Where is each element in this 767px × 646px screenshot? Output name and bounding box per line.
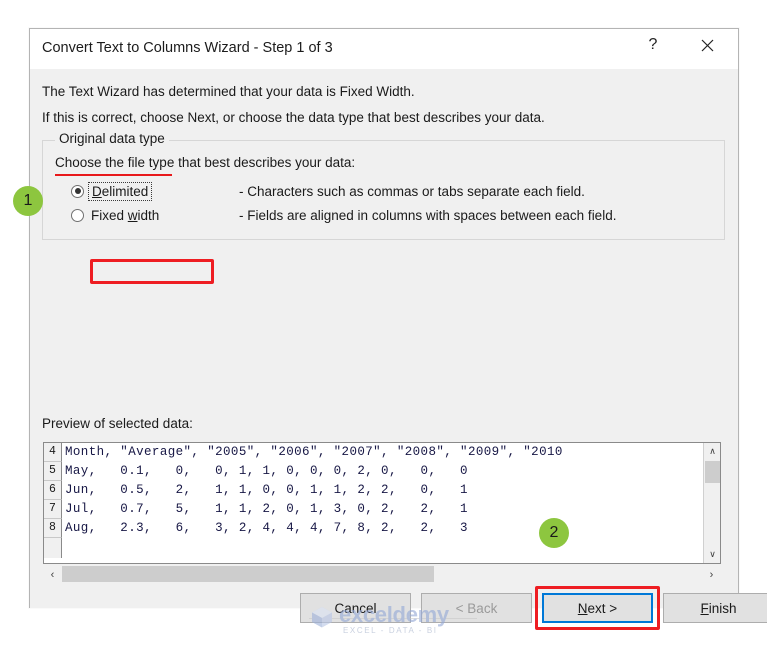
convert-text-to-columns-dialog: Convert Text to Columns Wizard - Step 1 … xyxy=(29,28,767,630)
radio-delimited-description: - Characters such as commas or tabs sepa… xyxy=(239,183,585,199)
red-highlight-delimited xyxy=(90,259,214,284)
dialog-body: The Text Wizard has determined that your… xyxy=(30,69,767,630)
finish-accel-char: F xyxy=(700,600,709,616)
radio-fixed-width-description: - Fields are aligned in columns with spa… xyxy=(239,207,617,223)
watermark-name: exceldemy xyxy=(339,602,449,627)
help-button[interactable]: ? xyxy=(630,29,676,61)
scroll-left-icon[interactable]: ‹ xyxy=(43,565,62,584)
preview-row: 5 May, 0.1, 0, 0, 1, 1, 0, 0, 0, 2, 0, 0… xyxy=(44,462,703,481)
exceldemy-watermark: exceldemy EXCEL - DATA - BI xyxy=(309,602,477,638)
radio-fixed-width[interactable]: Fixed width - Fields are aligned in colu… xyxy=(71,205,616,225)
scroll-down-icon[interactable]: ∨ xyxy=(704,546,720,563)
dialog-titlebar: Convert Text to Columns Wizard - Step 1 … xyxy=(30,29,738,69)
preview-row-number: 6 xyxy=(44,481,62,500)
preview-row-text: Aug, 2.3, 6, 3, 2, 4, 4, 4, 7, 8, 2, 2, … xyxy=(65,521,468,535)
preview-row-number: 5 xyxy=(44,462,62,481)
radio-delimited-label-rest: elimited xyxy=(101,183,149,199)
preview-row-text: May, 0.1, 0, 0, 1, 1, 0, 0, 0, 2, 0, 0, … xyxy=(65,464,468,478)
radio-delimited-icon[interactable] xyxy=(71,184,84,198)
watermark-tagline: EXCEL - DATA - BI xyxy=(343,626,438,635)
annotation-badge-2: 2 xyxy=(539,518,569,548)
preview-row-number: 8 xyxy=(44,519,62,538)
preview-rows-container: 4 Month, "Average", "2005", "2006", "200… xyxy=(44,443,703,563)
vertical-scroll-thumb[interactable] xyxy=(705,461,720,483)
accel-char-delimited: D xyxy=(92,183,102,199)
next-label-rest: ext > xyxy=(587,600,618,616)
radio-fixed-width-icon[interactable] xyxy=(71,208,84,222)
preview-label: Preview of selected data: xyxy=(42,416,193,431)
preview-pane: 4 Month, "Average", "2005", "2006", "200… xyxy=(43,442,721,564)
annotation-badge-1: 1 xyxy=(13,186,43,216)
preview-row-text: Jun, 0.5, 2, 1, 1, 0, 0, 1, 1, 2, 2, 0, … xyxy=(65,483,468,497)
help-icon: ? xyxy=(648,36,658,53)
preview-vertical-scrollbar[interactable]: ∧ ∨ xyxy=(703,443,720,563)
preview-row: 7 Jul, 0.7, 5, 1, 1, 2, 0, 1, 3, 0, 2, 2… xyxy=(44,500,703,519)
close-button[interactable] xyxy=(684,29,730,61)
preview-row-number: 7 xyxy=(44,500,62,519)
wizard-description-line1: The Text Wizard has determined that your… xyxy=(42,84,415,99)
finish-button[interactable]: Finish xyxy=(663,593,767,623)
radio-delimited[interactable]: Delimited - Characters such as commas or… xyxy=(71,181,585,201)
red-underline-annotation xyxy=(55,174,172,176)
preview-horizontal-scrollbar[interactable]: ‹ › xyxy=(43,565,721,584)
close-icon xyxy=(701,39,714,52)
preview-row-number: 4 xyxy=(44,443,62,462)
radio-delimited-label: Delimited xyxy=(88,181,153,201)
wizard-description-line2: If this is correct, choose Next, or choo… xyxy=(42,110,545,125)
dialog-title: Convert Text to Columns Wizard - Step 1 … xyxy=(42,40,333,56)
preview-row: 6 Jun, 0.5, 2, 1, 1, 0, 0, 1, 1, 2, 2, 0… xyxy=(44,481,703,500)
next-accel-char: N xyxy=(577,600,588,616)
scroll-right-icon[interactable]: › xyxy=(702,565,721,584)
finish-label-rest: inish xyxy=(708,600,737,616)
radio-fixed-width-label: Fixed width xyxy=(91,208,159,223)
accel-char-fixed-width: w xyxy=(127,207,138,223)
preview-row-number-empty xyxy=(44,538,62,558)
exceldemy-logo-icon xyxy=(309,604,335,630)
group-instruction: Choose the file type that best describes… xyxy=(55,155,356,170)
original-data-type-group: Original data type Choose the file type … xyxy=(42,131,725,240)
radio-fixed-width-label-rest: idth xyxy=(137,207,160,223)
radio-fixed-width-label-pre: Fixed xyxy=(91,207,128,223)
screenshot-root: Convert Text to Columns Wizard - Step 1 … xyxy=(0,0,767,646)
preview-row: 4 Month, "Average", "2005", "2006", "200… xyxy=(44,443,703,462)
preview-row-text: Jul, 0.7, 5, 1, 1, 2, 0, 1, 3, 0, 2, 2, … xyxy=(65,502,468,516)
preview-row-text: Month, "Average", "2005", "2006", "2007"… xyxy=(65,445,563,459)
horizontal-scroll-thumb[interactable] xyxy=(62,566,434,582)
group-title: Original data type xyxy=(55,131,169,146)
scroll-up-icon[interactable]: ∧ xyxy=(704,443,720,460)
preview-empty-row xyxy=(44,538,703,558)
preview-row: 8 Aug, 2.3, 6, 3, 2, 4, 4, 4, 7, 8, 2, 2… xyxy=(44,519,703,538)
next-button[interactable]: Next > xyxy=(542,593,653,623)
horizontal-scroll-track[interactable] xyxy=(62,565,702,584)
